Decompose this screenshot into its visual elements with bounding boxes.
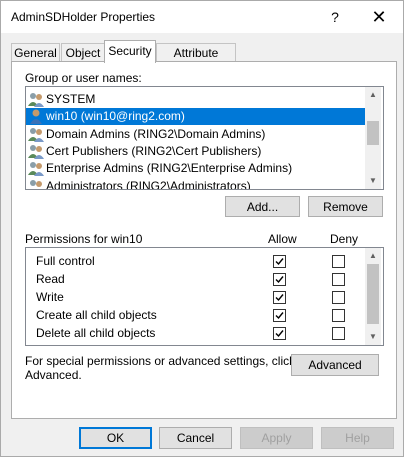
close-icon: ✕ [371, 6, 387, 27]
principal-name: win10 (win10@ring2.com) [46, 109, 185, 124]
permission-name: Write [36, 290, 64, 304]
permission-name: Create all child objects [36, 308, 157, 322]
permission-name: Delete all child objects [36, 326, 156, 340]
properties-dialog: AdminSDHolder Properties ? ✕ General Obj… [0, 0, 404, 457]
permissions-for-label: Permissions for win10 [25, 232, 143, 246]
principal-row[interactable]: Cert Publishers (RING2\Cert Publishers) [26, 143, 365, 160]
group-or-user-label: Group or user names: [25, 71, 142, 85]
window-title: AdminSDHolder Properties [11, 10, 156, 24]
tab-security[interactable]: Security [104, 40, 156, 63]
special-permissions-text-2: Advanced. [25, 368, 82, 382]
deny-checkbox[interactable] [332, 291, 345, 304]
principal-name: Domain Admins (RING2\Domain Admins) [46, 126, 266, 141]
scroll-down-arrow-icon[interactable]: ▼ [365, 173, 381, 189]
scrollbar-thumb[interactable] [367, 121, 379, 145]
deny-checkbox[interactable] [332, 309, 345, 322]
deny-checkbox[interactable] [332, 273, 345, 286]
principal-row[interactable]: win10 (win10@ring2.com) [26, 108, 365, 126]
principal-name: Administrators (RING2\Administrators) [46, 178, 251, 190]
scrollbar-thumb[interactable] [367, 264, 379, 324]
scroll-up-arrow-icon[interactable]: ▲ [365, 87, 381, 103]
deny-checkbox[interactable] [332, 327, 345, 340]
advanced-button[interactable]: Advanced [291, 354, 379, 376]
add-button[interactable]: Add... [225, 196, 300, 217]
security-panel: Group or user names: SYSTEM win10 (win10@… [11, 61, 397, 419]
principal-row[interactable]: Enterprise Admins (RING2\Enterprise Admi… [26, 160, 365, 177]
allow-checkbox[interactable] [273, 255, 286, 268]
remove-button[interactable]: Remove [308, 196, 383, 217]
permission-name: Full control [36, 254, 95, 268]
principal-row[interactable]: Administrators (RING2\Administrators) [26, 178, 365, 190]
group-icon [28, 127, 44, 142]
permission-name: Read [36, 272, 65, 286]
principal-name: SYSTEM [46, 92, 96, 106]
tab-object[interactable]: Object [61, 43, 105, 62]
allow-column-header: Allow [268, 232, 297, 246]
group-icon [28, 144, 44, 159]
help-title-button[interactable]: ? [313, 1, 357, 33]
special-permissions-text: For special permissions or advanced sett… [25, 354, 296, 368]
title-bar: AdminSDHolder Properties ? ✕ [1, 1, 403, 33]
permissions-list: Full control Read Write Create all child ob… [25, 247, 384, 346]
help-button[interactable]: Help [321, 427, 394, 449]
scroll-down-arrow-icon[interactable]: ▼ [365, 329, 381, 345]
apply-button[interactable]: Apply [240, 427, 313, 449]
allow-checkbox[interactable] [273, 327, 286, 340]
group-icon [28, 161, 44, 177]
question-mark-icon: ? [331, 9, 339, 25]
ok-button[interactable]: OK [79, 427, 152, 449]
tab-general[interactable]: General [11, 43, 60, 62]
allow-checkbox[interactable] [273, 309, 286, 322]
principal-row[interactable]: SYSTEM [26, 91, 365, 108]
deny-checkbox[interactable] [332, 255, 345, 268]
principal-list-scrollbar[interactable]: ▲ ▼ [365, 87, 381, 189]
allow-checkbox[interactable] [273, 273, 286, 286]
close-button[interactable]: ✕ [357, 1, 401, 33]
principal-name: Enterprise Admins (RING2\Enterprise Admi… [46, 161, 293, 176]
allow-checkbox[interactable] [273, 291, 286, 304]
principal-name: Cert Publishers (RING2\Cert Publishers) [46, 143, 262, 158]
tab-attribute-editor[interactable]: Attribute Editor [156, 43, 236, 78]
group-icon [28, 92, 44, 107]
principal-list[interactable]: SYSTEM win10 (win10@ring2.com) Domain Admi… [25, 86, 384, 190]
permissions-list-scrollbar[interactable]: ▲ ▼ [365, 248, 381, 345]
group-icon [28, 179, 44, 189]
user-icon [28, 109, 44, 125]
principal-row[interactable]: Domain Admins (RING2\Domain Admins) [26, 126, 365, 143]
scroll-up-arrow-icon[interactable]: ▲ [365, 248, 381, 264]
cancel-button[interactable]: Cancel [159, 427, 232, 449]
deny-column-header: Deny [330, 232, 359, 246]
